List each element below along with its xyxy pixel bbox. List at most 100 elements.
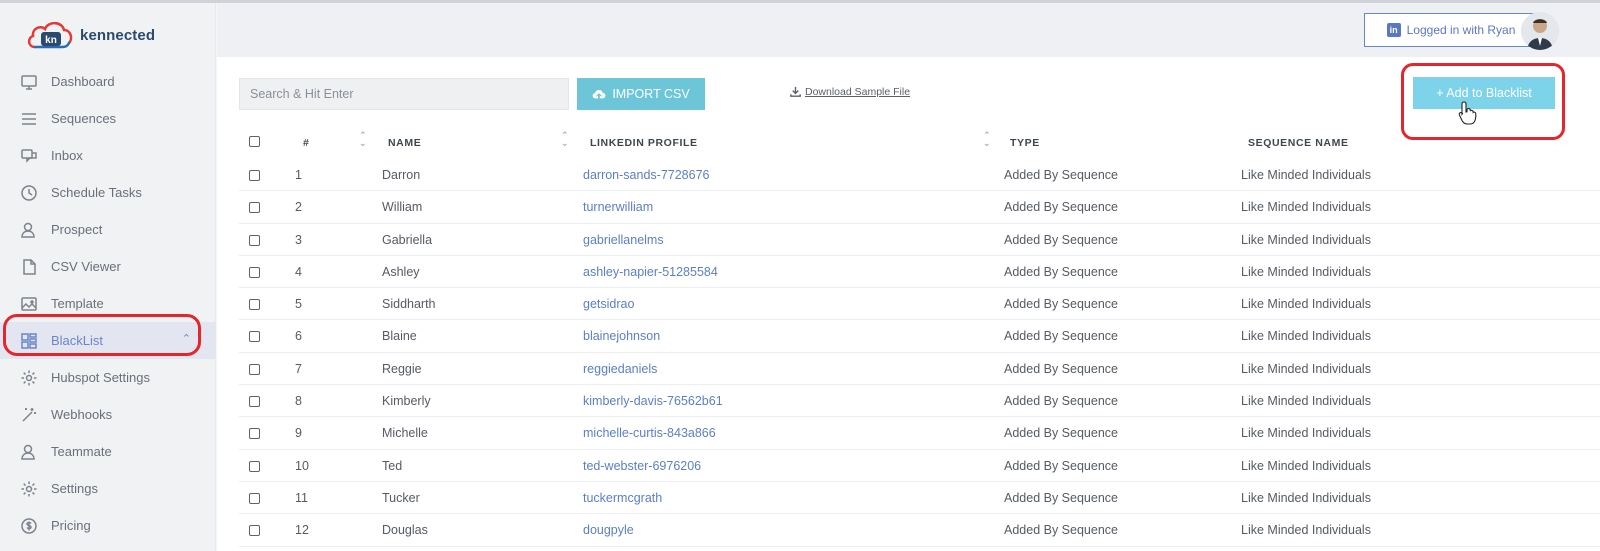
- row-linkedin-link[interactable]: reggiedaniels: [583, 362, 657, 376]
- row-checkbox[interactable]: [249, 202, 260, 214]
- column-header-name[interactable]: NAME: [388, 137, 421, 149]
- row-checkbox[interactable]: [249, 460, 260, 472]
- sidebar-item-label: Settings: [51, 481, 98, 496]
- column-header-number[interactable]: #: [303, 137, 309, 149]
- sidebar-item-label: Inbox: [51, 148, 83, 163]
- brand-name: kennected: [80, 26, 156, 44]
- clock-icon: [20, 184, 38, 202]
- row-linkedin-link[interactable]: tuckermcgrath: [583, 491, 662, 505]
- row-name: Tucker: [382, 490, 420, 505]
- user-icon: [20, 443, 38, 461]
- row-sequence-name: Like Minded Individuals: [1241, 394, 1371, 409]
- row-number: 9: [295, 426, 302, 441]
- sidebar: kn kennected Dashboard Sequences Inbox S…: [0, 3, 216, 551]
- row-number: 7: [295, 361, 302, 376]
- row-linkedin-link[interactable]: dougpyle: [583, 523, 634, 537]
- linkedin-icon: in: [1386, 23, 1401, 37]
- row-linkedin-link[interactable]: kimberly-davis-76562b61: [583, 394, 723, 408]
- sidebar-item-settings[interactable]: Settings: [0, 470, 216, 507]
- table-row[interactable]: 3 Gabriella gabriellanelms Added By Sequenc…: [239, 224, 1600, 256]
- sort-arrows-icon[interactable]: ⌃ ⌄: [359, 131, 367, 148]
- import-csv-button[interactable]: IMPORT CSV: [577, 78, 705, 110]
- table-row[interactable]: 2 William turnerwilliam Added By Sequence Li…: [239, 191, 1600, 224]
- row-number: 4: [295, 264, 302, 279]
- sidebar-item-label: Schedule Tasks: [51, 185, 142, 200]
- table-row[interactable]: 1 Darron darron-sands-7728676 Added By Sequ…: [239, 159, 1600, 192]
- gear-icon: [20, 480, 38, 498]
- table-row[interactable]: 5 Siddharth getsidrao Added By Sequence Like…: [239, 288, 1600, 321]
- file-icon: [20, 258, 38, 276]
- sidebar-item-blacklist[interactable]: BlackList ⌃: [0, 322, 216, 359]
- table-row[interactable]: 12 Douglas dougpyle Added By Sequence Like M…: [239, 514, 1600, 547]
- brand-logo[interactable]: kn kennected: [26, 15, 155, 55]
- table-row[interactable]: 8 Kimberly kimberly-davis-76562b61 Added By…: [239, 385, 1600, 418]
- cloud-upload-icon: [592, 89, 606, 99]
- row-linkedin-link[interactable]: ashley-napier-51285584: [583, 265, 718, 279]
- row-checkbox[interactable]: [249, 299, 260, 311]
- row-sequence-name: Like Minded Individuals: [1241, 200, 1371, 215]
- row-type: Added By Sequence: [1004, 394, 1118, 409]
- row-name: Darron: [382, 168, 421, 182]
- sidebar-item-hubspot-settings[interactable]: Hubspot Settings: [0, 359, 216, 396]
- table-row[interactable]: 9 Michelle michelle-curtis-843a866 Added By…: [239, 417, 1600, 450]
- hand-cursor-icon: [1458, 101, 1477, 125]
- sidebar-item-prospect[interactable]: Prospect: [0, 211, 216, 248]
- row-checkbox[interactable]: [249, 525, 260, 537]
- row-linkedin-link[interactable]: ted-webster-6976206: [583, 459, 701, 473]
- row-number: 12: [295, 523, 309, 538]
- sidebar-item-pricing[interactable]: Pricing: [0, 507, 216, 544]
- sort-arrows-icon[interactable]: ⌃ ⌄: [983, 131, 991, 148]
- row-linkedin-link[interactable]: blainejohnson: [583, 329, 660, 343]
- row-linkedin-link[interactable]: darron-sands-7728676: [583, 168, 709, 182]
- row-checkbox[interactable]: [249, 492, 260, 504]
- avatar[interactable]: [1521, 12, 1559, 50]
- row-checkbox[interactable]: [249, 266, 260, 278]
- row-checkbox[interactable]: [249, 363, 260, 375]
- row-checkbox[interactable]: [249, 331, 260, 343]
- column-header-linkedin-profile[interactable]: LINKEDIN PROFILE: [590, 137, 698, 149]
- select-all-checkbox[interactable]: [249, 136, 260, 147]
- row-number: 3: [295, 232, 302, 247]
- row-linkedin-link[interactable]: getsidrao: [583, 297, 634, 311]
- sort-arrows-icon[interactable]: ⌃ ⌄: [561, 131, 569, 148]
- row-linkedin-link[interactable]: michelle-curtis-843a866: [583, 426, 716, 440]
- sidebar-item-teammate[interactable]: Teammate: [0, 433, 216, 470]
- linkedin-login-badge[interactable]: in Logged in with Ryan: [1364, 13, 1538, 47]
- chevron-up-icon[interactable]: ⌃: [182, 332, 191, 345]
- table-row[interactable]: 4 Ashley ashley-napier-51285584 Added By Se…: [239, 256, 1600, 289]
- table-row[interactable]: 7 Reggie reggiedaniels Added By Sequence Lik…: [239, 353, 1600, 386]
- row-name: William: [382, 200, 423, 215]
- logo-mark-text: kn: [45, 35, 57, 46]
- column-header-type[interactable]: TYPE: [1010, 137, 1040, 149]
- sidebar-item-schedule-tasks[interactable]: Schedule Tasks: [0, 174, 216, 211]
- table-row[interactable]: 10 Ted ted-webster-6976206 Added By Sequenc…: [239, 450, 1600, 482]
- cloud-logo-icon: kn: [26, 17, 76, 53]
- add-to-blacklist-button[interactable]: + Add to Blacklist: [1413, 77, 1555, 109]
- sidebar-item-webhooks[interactable]: Webhooks: [0, 396, 216, 433]
- column-header-sequence-name[interactable]: SEQUENCE NAME: [1248, 137, 1349, 149]
- row-sequence-name: Like Minded Individuals: [1241, 168, 1371, 182]
- sidebar-item-csv-viewer[interactable]: CSV Viewer: [0, 248, 216, 285]
- row-linkedin-link[interactable]: gabriellanelms: [583, 233, 664, 247]
- row-checkbox[interactable]: [249, 428, 260, 440]
- row-checkbox[interactable]: [249, 396, 260, 408]
- row-sequence-name: Like Minded Individuals: [1241, 523, 1371, 538]
- main-content: IMPORT CSV Download Sample File + Add to…: [217, 57, 1600, 551]
- download-icon: [790, 86, 801, 97]
- sidebar-item-template[interactable]: Template: [0, 285, 216, 322]
- sidebar-item-dashboard[interactable]: Dashboard: [0, 63, 216, 100]
- row-linkedin-link[interactable]: turnerwilliam: [583, 200, 653, 214]
- table-row[interactable]: 6 Blaine blainejohnson Added By Sequence Lik…: [239, 320, 1600, 353]
- row-sequence-name: Like Minded Individuals: [1241, 426, 1371, 441]
- table-row[interactable]: 11 Tucker tuckermcgrath Added By Sequence Li…: [239, 482, 1600, 515]
- row-checkbox[interactable]: [249, 234, 260, 246]
- row-checkbox[interactable]: [249, 170, 260, 181]
- search-input[interactable]: [239, 78, 569, 110]
- table-header-row: # ⌃ ⌄ NAME ⌃ ⌄ LINKEDIN PROFILE ⌃ ⌄ TYPE SE…: [239, 127, 1600, 159]
- download-sample-link[interactable]: Download Sample File: [789, 85, 910, 98]
- sidebar-item-sequences[interactable]: Sequences: [0, 100, 216, 137]
- row-type: Added By Sequence: [1004, 329, 1118, 344]
- row-number: 2: [295, 200, 302, 215]
- row-name: Ted: [382, 458, 403, 473]
- sidebar-item-inbox[interactable]: Inbox: [0, 137, 216, 174]
